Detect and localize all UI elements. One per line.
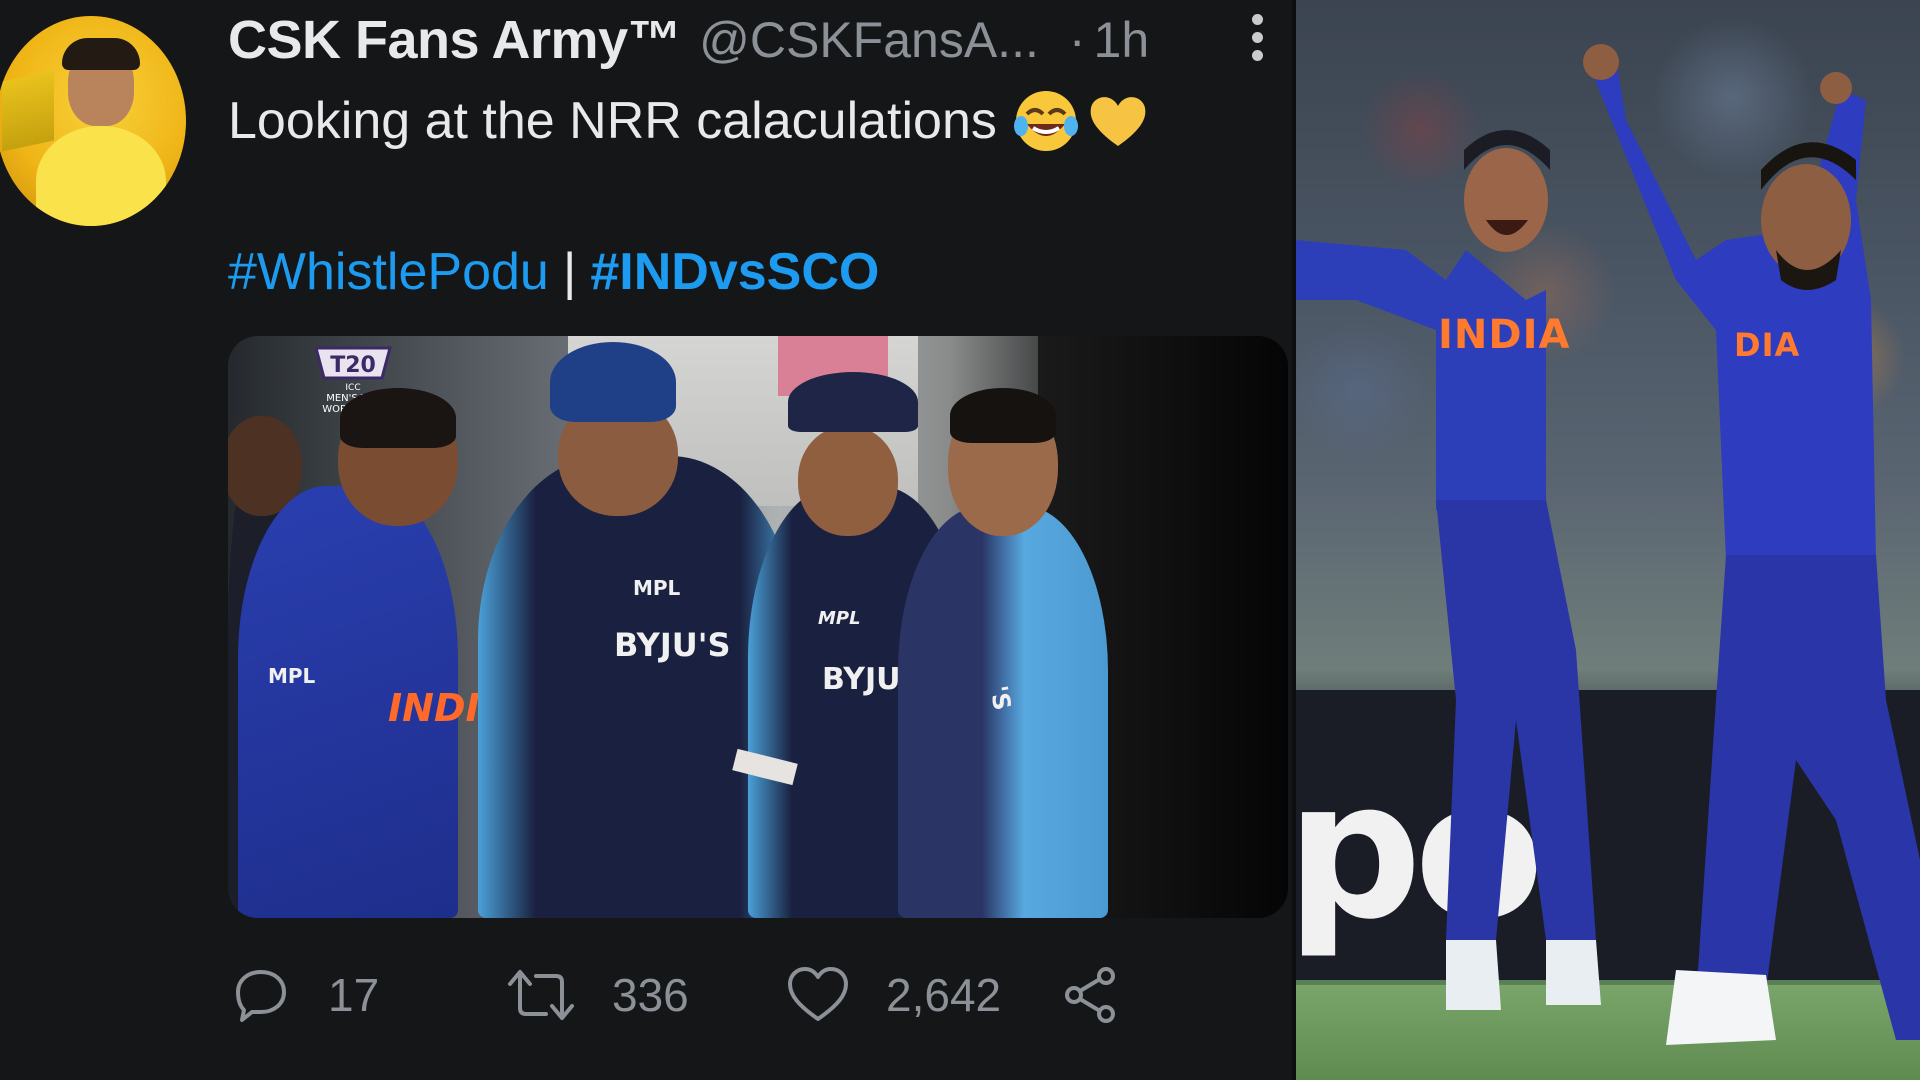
reply-count: 17 (328, 969, 380, 1021)
media-byjus-1: BYJU'S (614, 626, 731, 664)
header-separator: · (1068, 12, 1086, 68)
tweet-card: CSK Fans Army™ @CSKFansA... · 1h Looking… (0, 0, 1296, 1080)
avatar-shirt (36, 126, 166, 226)
reply-icon (236, 970, 286, 1022)
logo-icc-text: ICC (345, 383, 360, 393)
tweet-text: Looking at the NRR calaculations (228, 88, 1151, 154)
avatar-hair (62, 38, 140, 70)
media-head-coach-right (798, 426, 898, 536)
yellow-heart-emoji (1090, 97, 1146, 146)
media-sponsor-mpl-3: MPL (268, 664, 316, 688)
like-count: 2,642 (886, 969, 1002, 1021)
avatar[interactable] (0, 16, 186, 226)
photo-player-right (1583, 44, 1920, 1045)
media-cap-coach-right (788, 372, 918, 432)
hashtags: #WhistlePodu | #INDvsSCO (228, 242, 879, 302)
media-sponsor-mpl-1: MPL (633, 576, 681, 600)
media-cap-coach-center (550, 342, 676, 422)
user-handle[interactable]: @CSKFansA... (699, 11, 1039, 69)
face-with-tears-of-joy-emoji (1013, 91, 1078, 151)
media-player-right (898, 506, 1108, 918)
like-button[interactable]: 2,642 (786, 960, 1001, 1030)
share-button[interactable] (1060, 960, 1122, 1030)
retweet-icon (508, 970, 574, 1020)
screenshot-stage: CSK Fans Army™ @CSKFansA... · 1h Looking… (0, 0, 1920, 1080)
media-jersey-text-left: INDI (388, 686, 480, 730)
tweet-timestamp[interactable]: 1h (1094, 11, 1150, 69)
photo-jersey-text-right: DIA (1734, 326, 1801, 364)
avatar-logo-strip (2, 70, 54, 152)
tweet-action-bar: 17 336 2,642 (230, 960, 1130, 1030)
hashtag-indvssco[interactable]: #INDvsSCO (590, 243, 879, 301)
tweet-body: Looking at the NRR calaculations (228, 92, 997, 150)
display-name[interactable]: CSK Fans Army™ (228, 9, 682, 71)
media-hair-player-right (950, 388, 1056, 443)
media-byjus-3: 'S (984, 683, 1017, 713)
media-sponsor-mpl-2: MPL (818, 608, 861, 629)
photo-jersey-text-left: INDIA (1438, 312, 1571, 358)
reply-button[interactable]: 17 (230, 960, 379, 1030)
photo-player-left (1296, 130, 1601, 1010)
tweet-media-image[interactable]: T20 ICC MEN'S T20 WORLD CUP 2021 INDI MP… (228, 336, 1288, 918)
hashtag-divider: | (562, 243, 577, 301)
hashtag-whistlepodu[interactable]: #WhistlePodu (228, 243, 549, 301)
more-options-icon[interactable] (1250, 14, 1264, 64)
photo-players (1296, 44, 1920, 1045)
logo-t20-text: T20 (330, 353, 376, 378)
retweet-button[interactable]: 336 (506, 960, 689, 1030)
retweet-count: 336 (612, 969, 689, 1021)
tweet-header: CSK Fans Army™ @CSKFansA... · 1h (228, 8, 1149, 72)
celebration-photo: po INDIA DIA (1296, 0, 1920, 1080)
heart-icon (788, 967, 848, 1021)
share-icon (1065, 967, 1115, 1023)
media-hair-player-left (340, 388, 456, 448)
